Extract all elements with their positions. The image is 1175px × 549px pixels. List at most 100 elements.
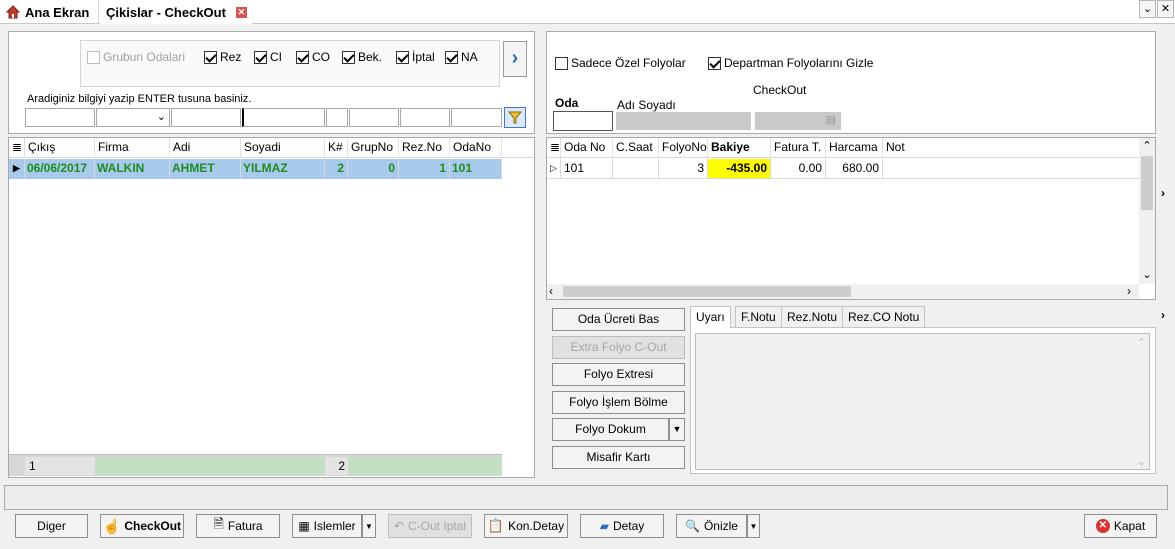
hide-department-folios-checkbox[interactable]: Departman Folyolarını Gizle <box>708 56 873 70</box>
chevron-left-icon[interactable]: ‹ <box>549 284 553 298</box>
other-button[interactable]: Diger <box>15 514 88 538</box>
column-header[interactable]: Oda No <box>561 138 613 157</box>
column-header[interactable]: Çıkış <box>25 138 95 157</box>
column-header[interactable]: Soyadi <box>241 138 325 157</box>
status-ci-checkbox[interactable]: CI <box>254 50 282 64</box>
chevron-down-icon[interactable]: ⌄ <box>1137 455 1146 468</box>
expand-right-icon[interactable]: › <box>1161 308 1165 322</box>
folder-icon: ▰ <box>599 519 609 533</box>
table-row[interactable]: ▶ 06/06/2017 WALKIN AHMET YILMAZ 2 0 1 1… <box>9 159 502 179</box>
search-dropdown[interactable]: ⌄ <box>96 108 170 127</box>
preview-button[interactable]: 🔍 Önizle <box>676 514 747 538</box>
cell-odano: 101 <box>450 159 502 178</box>
column-chooser-icon[interactable]: ≣ <box>547 138 561 157</box>
status-label: İptal <box>412 50 435 64</box>
chevron-down-icon[interactable]: ⌄ <box>1139 0 1156 18</box>
status-filter-box: Grubun Odalari Rez CI CO Bek. İptal NA <box>80 40 500 87</box>
column-header[interactable]: Not <box>883 138 983 157</box>
only-special-folios-checkbox[interactable]: Sadece Özel Folyolar <box>555 56 686 70</box>
status-rez-checkbox[interactable]: Rez <box>204 50 241 64</box>
button-label: Fatura <box>227 519 263 533</box>
column-header[interactable]: Firma <box>95 138 170 157</box>
invoice-button[interactable]: 🗎 Fatura <box>196 514 280 538</box>
accommodation-detail-button[interactable]: 📋 Kon.Detay <box>484 514 568 538</box>
button-label: CheckOut <box>124 519 182 533</box>
preview-dropdown[interactable]: ▼ <box>747 514 760 538</box>
operations-dropdown[interactable]: ▼ <box>362 514 376 538</box>
vertical-scrollbar[interactable]: ⌃ ⌄ <box>1139 138 1155 284</box>
guest-card-button[interactable]: Misafir Kartı <box>552 446 685 469</box>
checkout-button[interactable]: ☝ CheckOut <box>100 514 184 538</box>
checkbox-box <box>708 56 721 70</box>
room-input[interactable] <box>553 111 613 131</box>
column-header[interactable]: OdaNo <box>450 138 502 157</box>
column-header[interactable]: FolyoNo <box>659 138 708 157</box>
status-iptal-checkbox[interactable]: İptal <box>396 50 435 64</box>
guest-name-display <box>616 112 751 130</box>
chevron-up-icon[interactable]: ⌃ <box>1139 138 1155 154</box>
chevron-down-icon[interactable]: ⌄ <box>1139 268 1155 284</box>
chevron-right-icon[interactable]: › <box>503 41 527 77</box>
scrollbar-thumb[interactable] <box>563 286 851 297</box>
folio-print-button[interactable]: Folyo Dokum <box>552 418 669 441</box>
status-bek-checkbox[interactable]: Bek. <box>342 50 382 64</box>
folio-print-dropdown[interactable]: ▼ <box>669 418 685 441</box>
column-header[interactable]: Fatura T. <box>771 138 826 157</box>
hand-icon: ☝ <box>102 517 121 534</box>
folio-statement-button[interactable]: Folyo Extresi <box>552 363 685 386</box>
button-label: Kapat <box>1113 519 1146 533</box>
search-field-1[interactable] <box>25 108 95 127</box>
tab-home[interactable]: Ana Ekran <box>0 0 99 24</box>
room-rate-post-button[interactable]: Oda Ücreti Bas <box>552 308 685 331</box>
horizontal-scrollbar[interactable]: ‹ › <box>547 284 1139 299</box>
chevron-right-icon[interactable]: › <box>1127 284 1131 298</box>
column-header[interactable]: Bakiye <box>708 138 771 157</box>
close-button[interactable]: ✕ Kapat <box>1084 514 1157 538</box>
status-label: NA <box>461 50 478 64</box>
status-co-checkbox[interactable]: CO <box>296 50 330 64</box>
column-header[interactable]: Harcama <box>826 138 883 157</box>
operations-button[interactable]: ▦ Islemler <box>292 514 362 538</box>
extra-folio-checkout-button[interactable]: Extra Folyo C-Out <box>552 336 685 359</box>
tab-folio-note[interactable]: F.Notu <box>735 306 782 327</box>
checkout-cancel-button[interactable]: ↶ C-Out Iptal <box>388 514 472 538</box>
column-header[interactable]: Adi <box>170 138 241 157</box>
close-tab-icon[interactable]: ✕ <box>235 6 247 18</box>
tab-reservation-note[interactable]: Rez.Notu <box>781 306 844 327</box>
grid-footer: 1 2 <box>9 454 502 476</box>
chevron-up-icon[interactable]: ⌃ <box>1137 336 1146 349</box>
column-header[interactable]: C.Saat <box>613 138 659 157</box>
column-header[interactable]: GrupNo <box>348 138 399 157</box>
search-field-4[interactable] <box>242 108 325 127</box>
search-field-5[interactable] <box>326 108 348 127</box>
group-rooms-checkbox[interactable]: Grubun Odalari <box>87 50 185 64</box>
detail-button[interactable]: ▰ Detay <box>580 514 664 538</box>
status-na-checkbox[interactable]: NA <box>445 50 478 64</box>
search-field-7[interactable] <box>400 108 450 127</box>
search-field-3[interactable] <box>171 108 241 127</box>
warning-textarea[interactable]: ⌃ ⌄ <box>695 333 1150 470</box>
tab-checkout[interactable]: Çikislar - CheckOut ✕ <box>100 0 252 24</box>
footer-count: 1 <box>25 457 95 475</box>
tab-warning[interactable]: Uyarı <box>690 306 731 328</box>
button-label: C-Out Iptal <box>408 519 467 533</box>
search-field-8[interactable] <box>451 108 502 127</box>
document-tab-strip: Ana Ekran Çikislar - CheckOut ✕ ⌄ ✕ <box>0 0 1175 24</box>
filter-icon[interactable] <box>504 107 526 128</box>
column-header[interactable]: Rez.No <box>399 138 450 157</box>
column-header[interactable]: K# <box>325 138 348 157</box>
expand-right-icon[interactable]: › <box>1161 186 1165 200</box>
cell-soyadi: YILMAZ <box>241 159 325 178</box>
column-chooser-icon[interactable]: ≣ <box>9 138 25 157</box>
button-label: Detay <box>612 519 645 533</box>
tab-home-label: Ana Ekran <box>25 4 90 20</box>
checkout-date-display[interactable]: ▤ <box>755 112 841 130</box>
folio-grid: ≣ Oda No C.Saat FolyoNo Bakiye Fatura T.… <box>546 137 1156 300</box>
scrollbar-thumb[interactable] <box>1141 156 1153 210</box>
folio-split-button[interactable]: Folyo İşlem Bölme <box>552 391 685 414</box>
grid-header: ≣ Çıkış Firma Adi Soyadi K# GrupNo Rez.N… <box>9 138 534 158</box>
table-row[interactable]: ▷ 101 3 -435.00 0.00 680.00 <box>547 159 1139 179</box>
search-field-6[interactable] <box>349 108 399 127</box>
close-icon[interactable]: ✕ <box>1157 0 1174 18</box>
tab-reservation-co-note[interactable]: Rez.CO Notu <box>842 306 926 327</box>
